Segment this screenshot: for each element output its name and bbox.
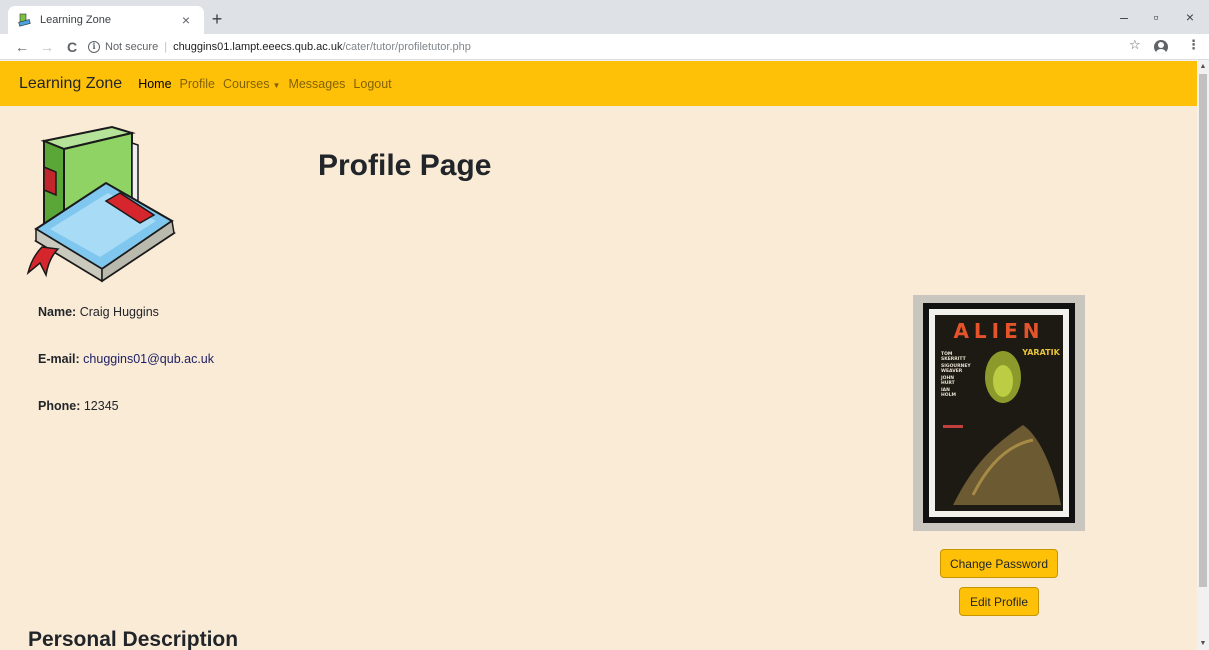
info-icon[interactable]: i [88,41,100,53]
edit-profile-button[interactable]: Edit Profile [959,587,1039,616]
poster-cast-2: SKERRITT [941,356,967,362]
scroll-down-icon[interactable]: ▼ [1197,638,1209,650]
phone-value: 12345 [83,399,119,413]
nav-courses-label: Courses [222,76,270,91]
nav-courses-dropdown[interactable]: Courses ▼ [223,77,280,91]
profile-phone-row: Phone: 12345 [38,399,119,413]
profile-email-row: E-mail: chuggins01@qub.ac.uk [38,352,214,366]
scroll-up-icon[interactable]: ▲ [1197,61,1209,73]
book-favicon-icon [18,13,31,27]
page-scrollbar[interactable]: ▲ ▼ [1197,61,1209,650]
minimize-icon[interactable]: – [1109,6,1139,28]
profile-name-row: Name: Craig Huggins [38,305,159,319]
site-navbar: Learning Zone Home Profile Courses ▼ Mess… [0,61,1197,106]
nav-logout[interactable]: Logout [353,77,391,91]
account-circle-icon[interactable] [1154,40,1168,54]
name-label: Name: [38,305,77,319]
poster-cast-4: WEAVER [941,368,963,374]
personal-description-heading: Personal Description [28,628,239,650]
change-password-button[interactable]: Change Password [940,549,1058,578]
poster-cast-8: HOLM [941,392,956,398]
browser-tabstrip: Learning Zone × + – ▫ × [0,0,1209,34]
email-label: E-mail: [38,352,80,366]
navbar-brand[interactable]: Learning Zone [19,75,122,93]
name-value: Craig Huggins [79,305,159,319]
email-link[interactable]: chuggins01@qub.ac.uk [83,352,214,366]
star-icon[interactable]: ☆ [1129,37,1141,53]
browser-toolbar: ← → C i Not secure | chuggins01.lampt.ee… [0,34,1209,60]
tab-title: Learning Zone [40,14,111,26]
nav-messages[interactable]: Messages [288,77,345,91]
menu-icon[interactable]: ⋮ [1187,37,1200,53]
new-tab-button[interactable]: + [206,8,228,30]
close-window-icon[interactable]: × [1175,6,1205,28]
address-bar[interactable]: i Not secure | chuggins01.lampt.eeecs.qu… [88,37,1114,57]
forward-arrow-icon[interactable]: → [37,37,57,57]
url-separator: | [164,41,168,53]
url-host: chuggins01.lampt.eeecs.qub.ac.uk [173,41,343,53]
nav-home[interactable]: Home [138,77,171,91]
tab-close-icon[interactable]: × [178,12,194,28]
url-path: /cater/tutor/profiletutor.php [342,41,471,53]
browser-tab[interactable]: Learning Zone × [8,6,204,34]
page-viewport: Learning Zone Home Profile Courses ▼ Mess… [0,61,1209,650]
scrollbar-thumb[interactable] [1199,74,1207,587]
profile-picture: ALIEN YARATIK TOM SKERRITT SIGOURNEY WEA… [913,295,1085,531]
poster-title: ALIEN [953,319,1044,343]
phone-label: Phone: [38,399,81,413]
poster-tag: YARATIK [1021,348,1060,357]
back-arrow-icon[interactable]: ← [12,37,32,57]
books-logo-image [26,125,176,283]
restore-icon[interactable]: ▫ [1141,6,1171,28]
poster-cast-6: HURT [941,380,956,386]
reload-icon[interactable]: C [62,37,82,57]
not-secure-label[interactable]: Not secure [105,41,158,53]
caret-down-icon: ▼ [272,80,281,90]
page-title: Profile Page [318,149,492,182]
nav-profile[interactable]: Profile [180,77,215,91]
